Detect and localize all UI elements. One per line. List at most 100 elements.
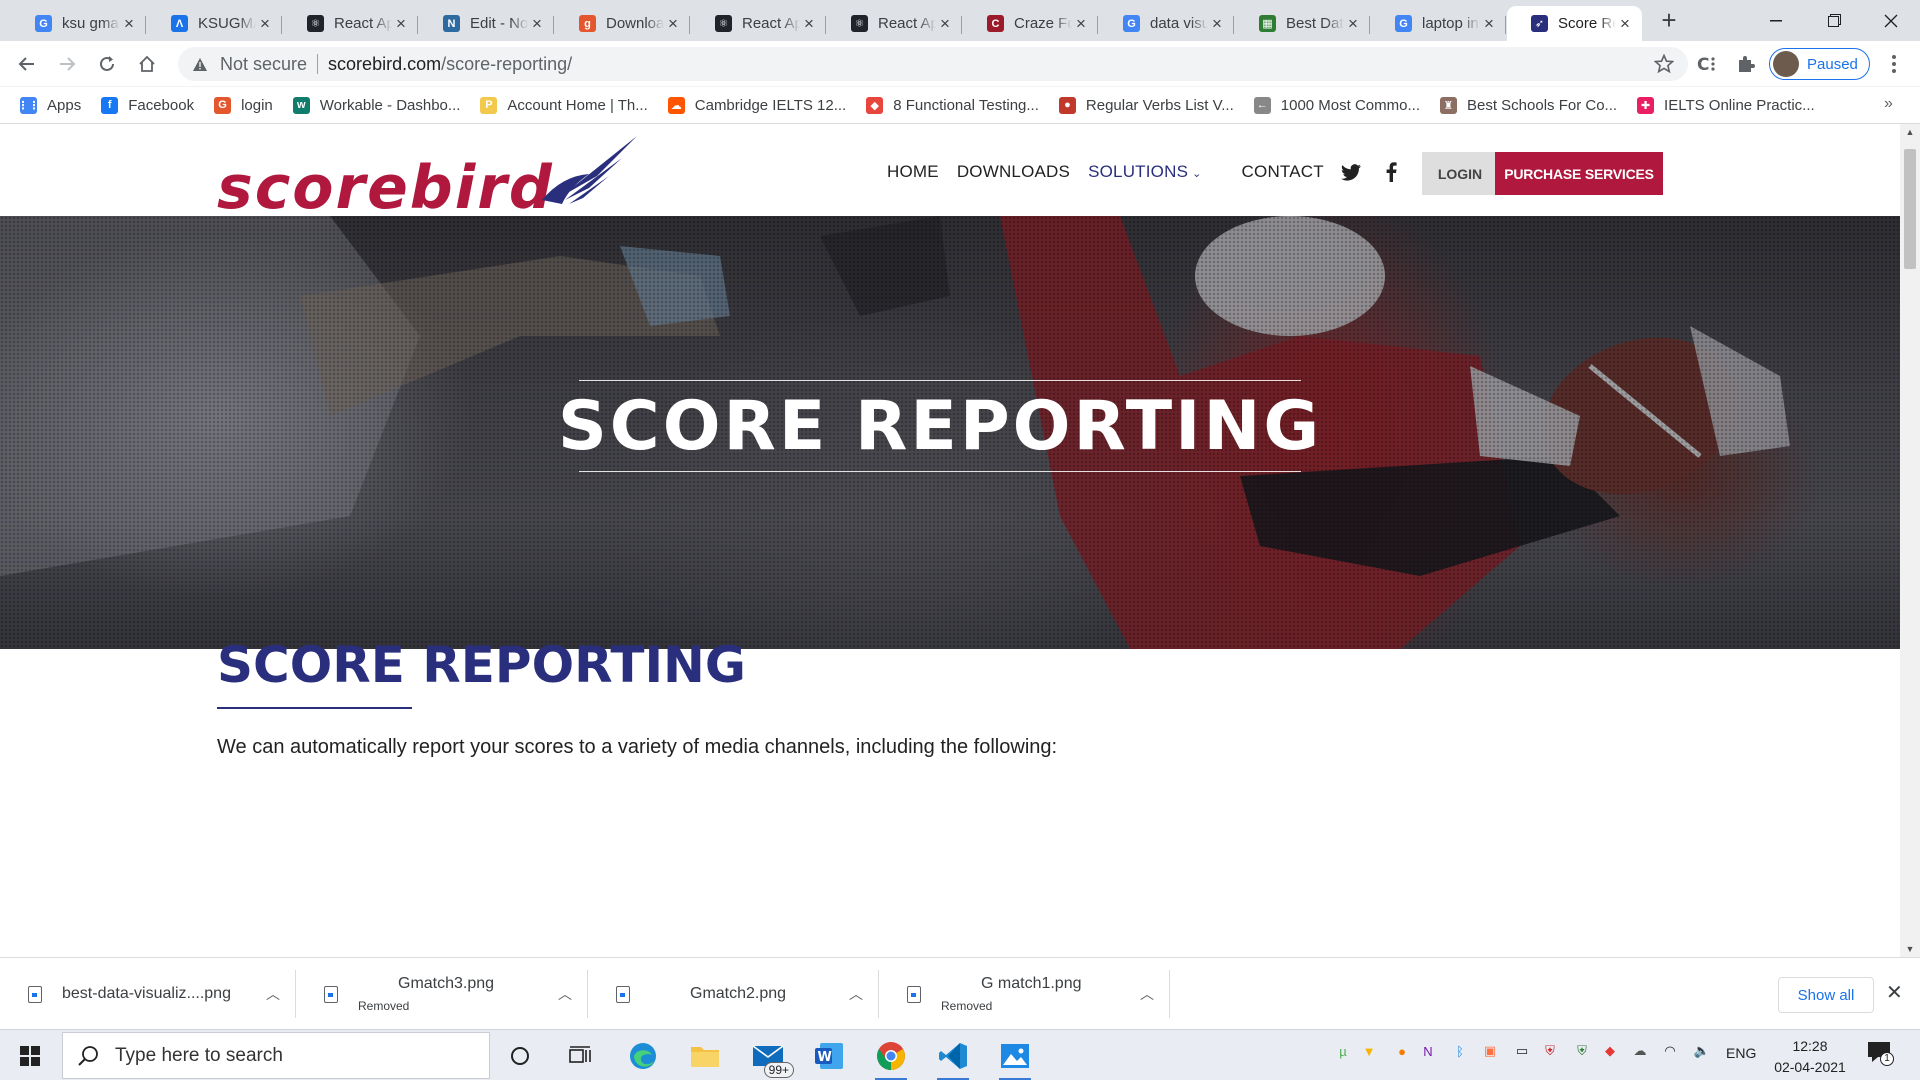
browser-tab[interactable]: Glaptop in × [1371, 6, 1506, 41]
task-view-button[interactable] [560, 1036, 600, 1076]
browser-tab[interactable]: Λ KSUGMAIL× [147, 6, 282, 41]
tab-close-icon[interactable]: × [528, 14, 546, 34]
bookmark-item[interactable]: f Facebook [101, 96, 194, 114]
browser-tab[interactable]: ⚛ React App× [827, 6, 962, 41]
mcafee-icon[interactable]: ⛨ [1540, 1040, 1560, 1062]
taskbar-word[interactable]: W [809, 1036, 849, 1076]
tab-close-icon[interactable]: × [1344, 14, 1362, 34]
winamp-icon[interactable]: ▼ [1359, 1040, 1379, 1062]
page-scrollbar[interactable]: ▲ ▼ [1900, 124, 1920, 957]
chevron-up-icon[interactable]: ︿ [1140, 984, 1154, 1004]
tab-close-icon[interactable]: × [664, 14, 682, 34]
browser-tab[interactable]: ⚛ React App× [691, 6, 826, 41]
taskbar-photos[interactable] [995, 1036, 1035, 1080]
tab-close-icon[interactable]: × [120, 14, 138, 34]
bookmark-item[interactable]: ☁ Cambridge IELTS 12... [667, 96, 846, 114]
browser-tab[interactable]: N Edit - Notion× [419, 6, 554, 41]
language-indicator[interactable]: ENG [1726, 1045, 1756, 1061]
profile-button[interactable]: Paused [1769, 48, 1870, 80]
twitter-icon[interactable] [1341, 164, 1361, 181]
facebook-icon[interactable] [1386, 162, 1397, 182]
tab-close-icon[interactable]: × [1616, 14, 1634, 34]
bluetooth-icon[interactable]: ᛒ [1450, 1040, 1470, 1062]
browser-tab[interactable]: ➶ Score Reporting× [1507, 6, 1642, 41]
purchase-services-button[interactable]: PURCHASE SERVICES [1495, 152, 1663, 195]
bookmark-item[interactable]: ⋮⋮ Apps [18, 96, 81, 114]
scorebird-logo[interactable]: scorebird [217, 136, 637, 216]
scroll-thumb[interactable] [1904, 149, 1916, 269]
download-item[interactable]: G match1.png Removed ︿ [879, 970, 1170, 1018]
forward-button[interactable] [52, 49, 82, 79]
tab-close-icon[interactable]: × [1208, 14, 1226, 34]
bookmark-item[interactable]: w Workable - Dashbo... [292, 96, 460, 114]
wifi-icon[interactable]: ◠ [1660, 1040, 1680, 1062]
browser-tab[interactable]: ⚛ React App× [283, 6, 418, 41]
tab-close-icon[interactable]: × [256, 14, 274, 34]
new-tab-button[interactable]: + [1654, 6, 1684, 36]
restore-button[interactable] [1805, 0, 1863, 41]
chevron-up-icon[interactable]: ︿ [266, 984, 280, 1004]
tab-close-icon[interactable]: × [1072, 14, 1090, 34]
bookmark-item[interactable]: ← 1000 Most Commo... [1253, 96, 1420, 114]
browser-tab[interactable]: ▦ Best Data× [1235, 6, 1370, 41]
system-clock[interactable]: 12:28 02-04-2021 [1770, 1036, 1850, 1078]
download-item[interactable]: best-data-visualiz....png ︿ [0, 970, 296, 1018]
show-all-downloads-button[interactable]: Show all [1778, 977, 1874, 1013]
login-button[interactable]: LOGIN [1422, 152, 1498, 195]
extension-c-button[interactable]: C [1692, 49, 1722, 79]
taskbar-edge[interactable] [623, 1036, 663, 1076]
minimize-button[interactable] [1747, 0, 1805, 41]
browser-menu-button[interactable] [1879, 49, 1909, 79]
tab-close-icon[interactable]: × [1480, 14, 1498, 34]
chevron-up-icon[interactable]: ︿ [849, 984, 863, 1004]
download-item[interactable]: Gmatch3.png Removed ︿ [296, 970, 588, 1018]
tab-close-icon[interactable]: × [392, 14, 410, 34]
bookmark-item[interactable]: ♜ Best Schools For Co... [1439, 96, 1617, 114]
taskbar-file-explorer[interactable] [685, 1036, 725, 1076]
nav-solutions[interactable]: SOLUTIONS ⌄ [1088, 162, 1201, 182]
anydesk-icon[interactable]: ◆ [1600, 1040, 1620, 1062]
close-window-button[interactable] [1862, 0, 1920, 41]
nav-downloads[interactable]: DOWNLOADS [957, 162, 1070, 182]
nav-contact[interactable]: CONTACT [1242, 162, 1324, 182]
onenote-icon[interactable]: N [1418, 1040, 1438, 1062]
bookmark-item[interactable]: P Account Home | Th... [480, 96, 648, 114]
taskbar-vscode[interactable] [933, 1036, 973, 1080]
scroll-up-arrow-icon[interactable]: ▲ [1900, 124, 1920, 140]
browser-tab[interactable]: g Download× [555, 6, 690, 41]
cortana-button[interactable] [500, 1036, 540, 1076]
home-button[interactable] [132, 49, 162, 79]
bookmark-star-icon[interactable] [1654, 54, 1674, 74]
utorrent-icon[interactable]: µ [1333, 1040, 1353, 1062]
browser-tab[interactable]: Gdata visualization× [1099, 6, 1234, 41]
security-shield-icon[interactable]: ⛨ [1572, 1040, 1592, 1062]
tab-close-icon[interactable]: × [800, 14, 818, 34]
reload-button[interactable] [92, 49, 122, 79]
security-label[interactable]: Not secure [220, 54, 307, 75]
chevron-up-icon[interactable]: ︿ [558, 984, 572, 1004]
action-center-button[interactable]: 1 [1866, 1039, 1896, 1069]
download-item[interactable]: Gmatch2.png ︿ [588, 970, 879, 1018]
address-bar[interactable]: Not secure scorebird.com/score-reporting… [178, 47, 1688, 81]
browser-tab[interactable]: C Craze Food× [963, 6, 1098, 41]
taskbar-chrome[interactable] [871, 1036, 911, 1080]
browser-tab[interactable]: Gksu gmail - Google Search× [11, 6, 146, 41]
app-tray-icon[interactable]: ▣ [1480, 1040, 1500, 1062]
battery-icon[interactable]: ▭ [1512, 1040, 1532, 1062]
tab-close-icon[interactable]: × [936, 14, 954, 34]
bookmark-item[interactable]: ● Regular Verbs List V... [1058, 96, 1234, 114]
bookmark-item[interactable]: Glogin [214, 96, 273, 114]
volume-icon[interactable]: 🔈 [1692, 1040, 1712, 1062]
back-button[interactable] [12, 49, 42, 79]
onedrive-icon[interactable]: ☁ [1630, 1040, 1650, 1062]
start-button[interactable] [0, 1030, 60, 1080]
bookmark-item[interactable]: ✚ IELTS Online Practic... [1637, 96, 1815, 114]
taskbar-search-box[interactable]: Type here to search [62, 1032, 490, 1079]
close-download-bar-icon[interactable]: ✕ [1886, 980, 1903, 1005]
scroll-down-arrow-icon[interactable]: ▼ [1900, 941, 1920, 957]
taskbar-mail[interactable]: 99+ [748, 1036, 794, 1078]
orange-app-icon[interactable]: ● [1392, 1040, 1412, 1062]
extensions-button[interactable] [1731, 49, 1761, 79]
bookmarks-overflow-icon[interactable]: » [1884, 95, 1893, 113]
nav-home[interactable]: HOME [887, 162, 939, 182]
